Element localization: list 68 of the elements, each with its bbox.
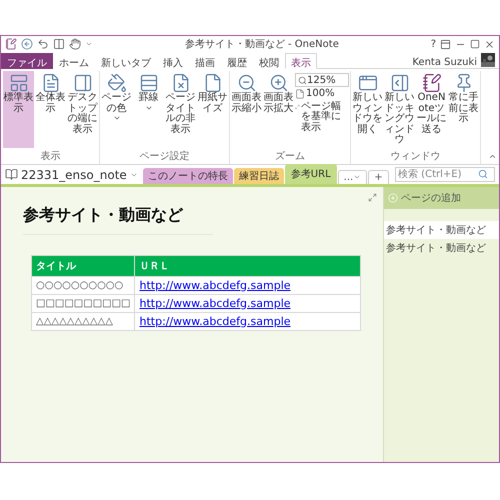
window-icon xyxy=(358,73,378,93)
undo-icon xyxy=(37,38,49,50)
window-title: 参考サイト・動画など - OneNote xyxy=(184,38,340,51)
section-tab[interactable]: 参考URL xyxy=(284,164,337,184)
lines-icon xyxy=(138,73,158,93)
zoom-button[interactable]: 100% xyxy=(295,89,349,100)
caret-icon xyxy=(85,40,93,48)
maximize-icon xyxy=(470,39,480,49)
ribbon-button[interactable]: OneNoteツールに送る xyxy=(416,71,447,148)
page-cross-icon xyxy=(170,73,190,93)
table-cell: □□□□□□□□□□ xyxy=(32,294,135,312)
ribbon-button[interactable]: 用紙サイズ xyxy=(197,71,228,148)
ribbon-button[interactable]: デスクトップの端に表示 xyxy=(67,71,98,148)
menu-tab[interactable]: 表示 xyxy=(285,53,317,69)
close-icon xyxy=(484,38,495,50)
ribbon-button[interactable]: 新しいウィンドウを開く xyxy=(352,71,383,148)
group-label: 表示 xyxy=(40,150,62,164)
search-icon xyxy=(478,169,488,179)
layout-icon xyxy=(8,73,28,93)
group-label: ズーム xyxy=(274,150,306,164)
group-label: ウィンドウ xyxy=(390,150,442,164)
ribbon-button[interactable]: 画面表示縮小 xyxy=(231,71,262,148)
page-item[interactable]: 参考サイト・動画など xyxy=(384,238,499,256)
ribbon-button[interactable]: 全体表示 xyxy=(35,71,66,148)
table-cell: ○○○○○○○○○○ xyxy=(32,276,135,294)
panel-icon xyxy=(72,73,92,93)
file-tab[interactable]: ファイル xyxy=(1,53,53,69)
notebook-icon xyxy=(5,168,18,181)
zoom-in-icon xyxy=(268,73,288,93)
notebook-icon xyxy=(5,38,17,50)
group-label: ページ設定 xyxy=(138,150,190,164)
table-cell: △△△△△△△△△△ xyxy=(32,312,135,330)
ribbon-button[interactable]: 常に手前に表示 xyxy=(448,71,479,148)
more-sections-tab[interactable]: ... xyxy=(338,170,368,184)
add-section-tab[interactable]: + xyxy=(368,170,389,184)
section-tab[interactable]: このノートの特長 xyxy=(142,168,233,184)
ribbon-button[interactable]: ページの色 xyxy=(101,71,132,148)
ribbon-button[interactable]: 標準表示 xyxy=(3,71,34,148)
page-icon xyxy=(295,89,305,99)
user-name[interactable]: Kenta Suzuki xyxy=(412,57,477,68)
ribbon-button[interactable]: 罫線 xyxy=(133,71,164,148)
zoom-button[interactable]: ページ幅を基準に表示 xyxy=(295,102,349,133)
panel-icon xyxy=(390,73,410,93)
ribbon-button[interactable]: 新しいドッキングウィンドウ xyxy=(384,71,415,148)
ribbon-button[interactable]: 画面表示拡大 xyxy=(263,71,294,148)
zoom-field[interactable]: 125% xyxy=(295,73,349,87)
page-title: 参考サイト・動画など xyxy=(23,204,213,234)
paint-bucket-icon xyxy=(106,73,126,93)
zoom-out-icon xyxy=(236,73,256,93)
caret-icon xyxy=(353,173,362,181)
ribbon-button[interactable]: ページタイトルの非表示 xyxy=(165,71,196,148)
help-button[interactable]: ? xyxy=(430,38,436,50)
column-header: ＵＲＬ xyxy=(134,255,360,276)
page-icon xyxy=(40,73,60,93)
expand-icon xyxy=(368,192,377,202)
plus-icon xyxy=(388,192,398,202)
page-item[interactable]: 参考サイト・動画など xyxy=(384,220,499,238)
section-tab[interactable]: 練習日誌 xyxy=(234,168,284,184)
add-page-button[interactable]: ページの追加 xyxy=(384,186,499,208)
column-header: タイトル xyxy=(32,255,135,276)
touch-icon xyxy=(69,38,81,50)
notebook-selector[interactable]: 22331_enso_note xyxy=(5,168,142,184)
notebook-icon xyxy=(422,73,442,93)
search-icon xyxy=(298,76,307,84)
ribbon-display-icon xyxy=(440,38,451,50)
page-icon xyxy=(202,73,222,93)
back-icon xyxy=(21,38,33,50)
search-field[interactable]: 検索 (Ctrl+E) xyxy=(395,166,495,182)
